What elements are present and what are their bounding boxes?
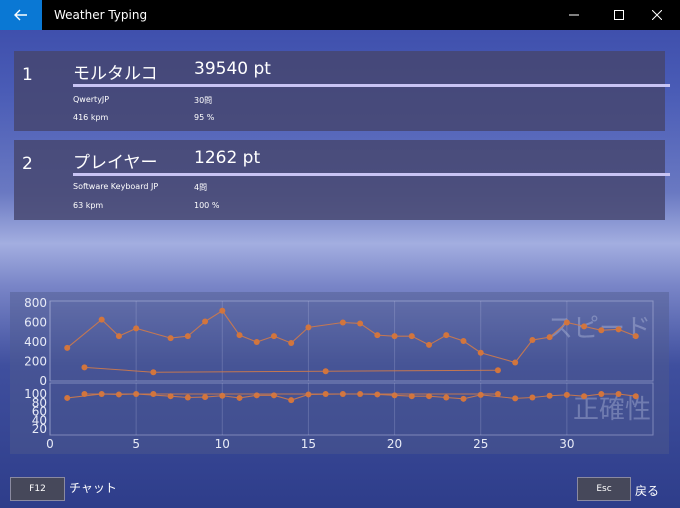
score-underline bbox=[73, 173, 670, 176]
player-score: 39540 pt bbox=[194, 59, 271, 79]
question-count: 4問 bbox=[194, 183, 208, 192]
player-name: モルタルコ bbox=[73, 64, 158, 84]
title-bar: Weather Typing bbox=[0, 0, 680, 30]
player-name: プレイヤー bbox=[73, 153, 158, 173]
bottom-bar: F12 チャット Esc 戻る bbox=[0, 474, 680, 508]
question-count: 30問 bbox=[194, 96, 213, 105]
keyboard-type: Software Keyboard JP bbox=[73, 182, 159, 191]
rank-number: 1 bbox=[22, 65, 33, 85]
score-underline bbox=[73, 84, 670, 87]
chart-panel bbox=[10, 292, 669, 454]
accuracy-value: 95 % bbox=[194, 113, 215, 122]
minimize-icon bbox=[569, 14, 579, 16]
result-card: 2 プレイヤー 1262 pt Software Keyboard JP 4問 … bbox=[14, 140, 670, 220]
player-score: 1262 pt bbox=[194, 148, 261, 168]
kpm-value: 63 kpm bbox=[73, 201, 104, 210]
app-title: Weather Typing bbox=[54, 8, 148, 22]
back-button[interactable] bbox=[0, 0, 42, 30]
chat-label[interactable]: チャット bbox=[69, 479, 117, 496]
rank-number: 2 bbox=[22, 154, 33, 174]
keyboard-type: QwertyJP bbox=[73, 95, 110, 104]
back-label[interactable]: 戻る bbox=[635, 482, 659, 499]
accuracy-value: 100 % bbox=[194, 201, 220, 210]
back-key-button[interactable]: Esc bbox=[577, 477, 631, 501]
minimize-button[interactable] bbox=[551, 0, 597, 30]
arrow-left-icon bbox=[14, 9, 27, 21]
kpm-value: 416 kpm bbox=[73, 113, 109, 122]
result-card: 1 モルタルコ 39540 pt QwertyJP 30問 416 kpm 95… bbox=[14, 51, 670, 131]
close-button[interactable] bbox=[634, 0, 680, 30]
maximize-icon bbox=[614, 10, 624, 20]
chat-key-button[interactable]: F12 bbox=[10, 477, 65, 501]
close-icon bbox=[652, 10, 662, 20]
